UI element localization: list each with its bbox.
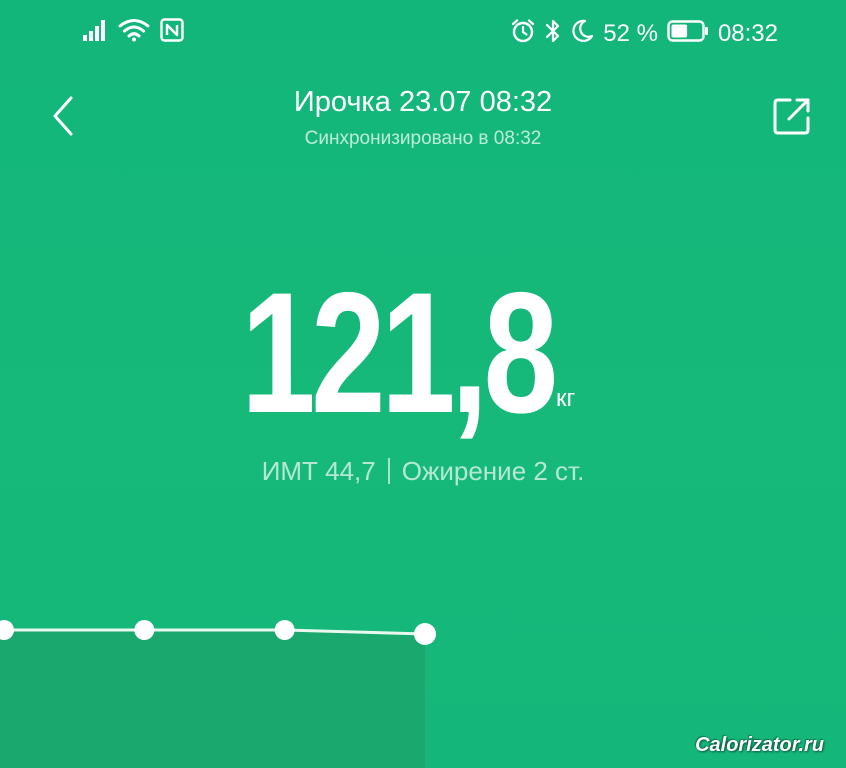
bluetooth-icon (545, 18, 561, 49)
obesity-category: Ожирение 2 ст. (401, 456, 585, 486)
weight-value: 121,8 (240, 257, 558, 449)
chart-point[interactable] (274, 620, 295, 640)
nfc-icon (160, 18, 184, 47)
alarm-icon (510, 18, 536, 49)
wifi-icon (118, 18, 150, 47)
bmi-value: ИМТ 44,7 (261, 456, 376, 486)
bmi-line: ИМТ 44,7 Ожирение 2 ст. (0, 454, 846, 488)
moon-icon (570, 18, 594, 49)
bmi-divider (387, 458, 390, 484)
status-bar: 52 % 08:32 (0, 0, 846, 64)
weight-block: 121,8 (0, 258, 846, 448)
sync-status: Синхронизировано в 08:32 (304, 128, 542, 149)
status-right: 52 % 08:32 (510, 18, 778, 49)
status-time: 08:32 (717, 19, 778, 47)
chart-point[interactable] (414, 623, 436, 645)
weight-unit: кг (556, 385, 576, 412)
battery-icon (667, 20, 709, 47)
status-left (82, 18, 184, 47)
chart-area-fill (0, 630, 425, 768)
share-button[interactable] (770, 94, 814, 138)
battery-percent: 52 % (603, 19, 658, 47)
page-title: Ирочка 23.07 08:32 (293, 86, 553, 118)
share-icon (770, 94, 814, 143)
signal-icon (82, 18, 108, 47)
chart-point[interactable] (134, 620, 155, 640)
watermark: Calorizator.ru (695, 734, 824, 756)
